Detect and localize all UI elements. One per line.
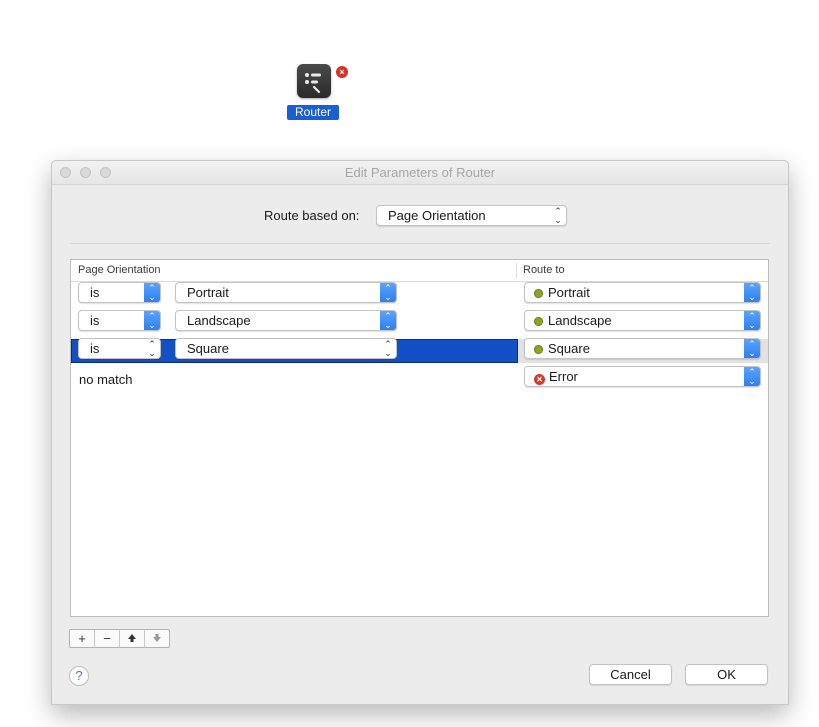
header-route-to: Route to	[523, 264, 565, 276]
row-route-text: Landscape	[548, 313, 612, 328]
arrow-up-icon	[128, 634, 136, 642]
row-operator-value: is	[90, 341, 100, 356]
row-route-select[interactable]: Portrait ⌃ ⌄	[524, 282, 761, 303]
chevron-updown-icon: ⌃ ⌄	[744, 311, 760, 330]
table-header: Page Orientation Route to	[71, 260, 768, 282]
route-based-on-label: Route based on:	[264, 208, 360, 223]
route-ok-icon	[534, 289, 543, 298]
router-node-icon[interactable]	[297, 64, 331, 98]
add-row-button[interactable]: +	[70, 630, 95, 647]
no-match-route-text: Error	[549, 369, 578, 384]
row-value-select[interactable]: Portrait ⌃ ⌄	[175, 282, 397, 303]
move-up-button[interactable]	[120, 630, 145, 647]
router-node-label[interactable]: Router	[287, 105, 339, 120]
chevron-updown-icon: ⌃ ⌄	[148, 339, 156, 358]
chevron-updown-icon: ⌃ ⌄	[384, 339, 392, 358]
row-value-text: Portrait	[187, 285, 229, 300]
row-value-text: Square	[187, 341, 229, 356]
row-value-select[interactable]: Square ⌃ ⌄	[175, 338, 397, 359]
row-operator-select[interactable]: is ⌃ ⌄	[78, 310, 161, 331]
move-down-button[interactable]	[145, 630, 169, 647]
remove-row-button[interactable]: −	[95, 630, 120, 647]
route-based-on-value: Page Orientation	[388, 208, 486, 223]
chevron-updown-icon: ⌃ ⌄	[744, 367, 760, 386]
no-match-route-select[interactable]: ✕ Error ⌃ ⌄	[524, 366, 761, 387]
dialog-title: Edit Parameters of Router	[344, 165, 496, 180]
row-operator-select[interactable]: is ⌃ ⌄	[78, 282, 161, 303]
error-icon: ✕	[534, 374, 545, 385]
chevron-updown-icon: ⌃ ⌄	[144, 283, 160, 302]
error-badge-icon: ×	[336, 66, 348, 78]
row-edit-buttons: + −	[69, 629, 170, 648]
row-operator-value: is	[90, 285, 100, 300]
title-bar: Edit Parameters of Router	[52, 161, 788, 185]
row-route-text: Portrait	[548, 285, 590, 300]
help-button[interactable]: ?	[69, 666, 89, 686]
row-operator-select[interactable]: is ⌃ ⌄	[78, 338, 161, 359]
row-value-select[interactable]: Landscape ⌃ ⌄	[175, 310, 397, 331]
chevron-updown-icon: ⌃ ⌄	[144, 311, 160, 330]
header-page-orientation: Page Orientation	[78, 264, 161, 276]
chevron-updown-icon: ⌃ ⌄	[380, 283, 396, 302]
route-ok-icon	[534, 345, 543, 354]
row-value-text: Landscape	[187, 313, 251, 328]
cancel-button[interactable]: Cancel	[589, 664, 672, 685]
route-ok-icon	[534, 317, 543, 326]
edit-parameters-dialog: Edit Parameters of Router Route based on…	[51, 160, 789, 705]
routing-table: Page Orientation Route to is ⌃ ⌄ Portrait…	[70, 259, 769, 617]
row-route-text: Square	[548, 341, 590, 356]
chevron-updown-icon: ⌃ ⌄	[744, 339, 760, 358]
arrow-down-icon	[153, 634, 161, 642]
divider	[70, 243, 770, 244]
chevron-updown-icon: ⌃ ⌄	[380, 311, 396, 330]
chevron-updown-icon: ⌃ ⌄	[554, 206, 562, 225]
no-match-label: no match	[79, 372, 133, 387]
route-based-on-select[interactable]: Page Orientation ⌃ ⌄	[376, 205, 567, 226]
row-route-select[interactable]: Square ⌃ ⌄	[524, 338, 761, 359]
ok-button[interactable]: OK	[685, 664, 768, 685]
header-divider	[516, 263, 517, 278]
chevron-updown-icon: ⌃ ⌄	[744, 283, 760, 302]
row-route-select[interactable]: Landscape ⌃ ⌄	[524, 310, 761, 331]
row-operator-value: is	[90, 313, 100, 328]
